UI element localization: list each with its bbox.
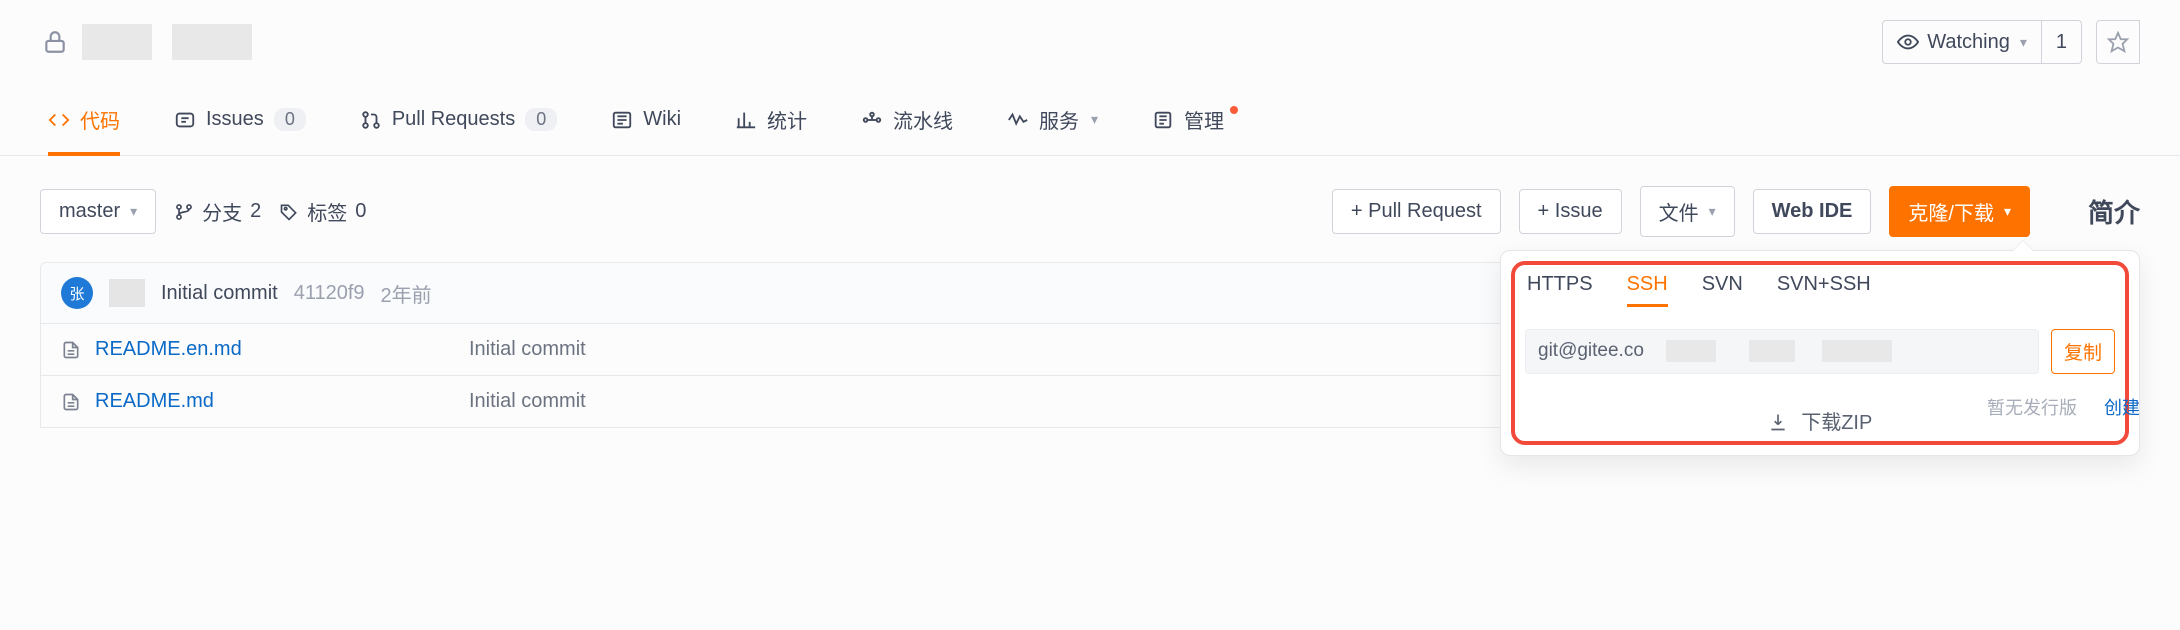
repo-content: 张 Initial commit 41120f9 2年前 README.en.m… <box>0 262 2180 428</box>
file-menu-label: 文件 <box>1659 197 1699 226</box>
pull-request-icon <box>360 109 382 131</box>
tab-pipelines-label: 流水线 <box>893 105 953 134</box>
chevron-down-icon: ▾ <box>2020 34 2027 51</box>
clone-popover: HTTPS SSH SVN SVN+SSH git@gitee.co 复制 下载… <box>1500 250 2140 456</box>
issues-icon <box>174 109 196 131</box>
tag-icon <box>279 202 299 222</box>
download-icon <box>1768 412 1788 432</box>
file-commit-message[interactable]: Initial commit <box>469 390 586 413</box>
file-icon <box>61 339 81 361</box>
pr-count: 0 <box>525 108 557 131</box>
clone-tab-svn[interactable]: SVN <box>1702 273 1743 307</box>
branch-selector[interactable]: master ▾ <box>40 189 156 234</box>
tab-issues-label: Issues <box>206 108 264 131</box>
tab-pipelines[interactable]: 流水线 <box>861 84 953 155</box>
star-icon <box>2107 31 2129 53</box>
code-icon <box>48 109 70 131</box>
redacted-url-part <box>1822 340 1892 362</box>
tab-pr-label: Pull Requests <box>392 108 515 131</box>
tab-pull-requests[interactable]: Pull Requests 0 <box>360 84 557 155</box>
tab-wiki[interactable]: Wiki <box>611 84 681 155</box>
popover-arrow-icon <box>2013 241 2033 251</box>
web-ide-button[interactable]: Web IDE <box>1753 189 1872 234</box>
intro-heading: 简介 <box>2088 193 2140 230</box>
repo-toolbar: master ▾ 分支 2 标签 0 + Pull Request + Issu… <box>0 156 2180 262</box>
file-menu-button[interactable]: 文件 ▾ <box>1640 186 1735 237</box>
no-release-text: 暂无发行版 <box>1987 398 2077 418</box>
branches-count: 2 <box>250 200 261 223</box>
redacted-owner <box>82 24 152 60</box>
tab-issues[interactable]: Issues 0 <box>174 84 306 155</box>
tab-code-label: 代码 <box>80 105 120 134</box>
tab-wiki-label: Wiki <box>643 108 681 131</box>
tags-count: 0 <box>355 200 366 223</box>
branch-name: master <box>59 200 120 223</box>
manage-icon <box>1152 109 1174 131</box>
create-release-link[interactable]: 创建 <box>2104 398 2140 418</box>
copy-url-button[interactable]: 复制 <box>2051 329 2115 374</box>
stats-icon <box>735 109 757 131</box>
new-issue-button[interactable]: + Issue <box>1519 189 1622 234</box>
chevron-down-icon: ▾ <box>1709 203 1716 220</box>
tab-stats-label: 统计 <box>767 105 807 134</box>
pipeline-icon <box>861 109 883 131</box>
chevron-down-icon: ▾ <box>130 203 137 220</box>
clone-label: 克隆/下载 <box>1908 197 1994 226</box>
clone-tab-https[interactable]: HTTPS <box>1527 273 1593 307</box>
clone-protocol-tabs: HTTPS SSH SVN SVN+SSH <box>1501 251 2139 321</box>
repo-nav: 代码 Issues 0 Pull Requests 0 Wiki 统计 流水线 … <box>0 84 2180 156</box>
watch-count: 1 <box>2042 31 2081 54</box>
clone-download-button[interactable]: 克隆/下载 ▾ <box>1889 186 2030 237</box>
clone-tab-ssh[interactable]: SSH <box>1627 273 1668 307</box>
redacted-repo <box>172 24 252 60</box>
tab-manage-label: 管理 <box>1184 105 1224 134</box>
commit-sha[interactable]: 41120f9 <box>294 282 365 305</box>
clone-url-input[interactable]: git@gitee.co <box>1525 329 2039 373</box>
download-zip-label: 下载ZIP <box>1801 412 1872 434</box>
commit-time: 2年前 <box>381 279 432 308</box>
wiki-icon <box>611 109 633 131</box>
star-button[interactable] <box>2096 20 2140 64</box>
tab-services[interactable]: 服务 ▾ <box>1007 84 1098 155</box>
file-icon <box>61 391 81 413</box>
avatar[interactable]: 张 <box>61 277 93 309</box>
tags-label: 标签 <box>307 197 347 226</box>
issues-count: 0 <box>274 108 306 131</box>
release-footer: 暂无发行版 创建 <box>1987 394 2140 420</box>
services-icon <box>1007 109 1029 131</box>
tab-services-label: 服务 <box>1039 105 1079 134</box>
redacted-author <box>109 279 145 307</box>
clone-tab-svn-ssh[interactable]: SVN+SSH <box>1777 273 1871 307</box>
file-commit-message[interactable]: Initial commit <box>469 338 586 361</box>
tab-stats[interactable]: 统计 <box>735 84 807 155</box>
watch-button[interactable]: Watching ▾ <box>1883 21 2042 63</box>
branches-label: 分支 <box>202 197 242 226</box>
file-name[interactable]: README.en.md <box>95 338 455 361</box>
clone-url-value: git@gitee.co <box>1538 341 1644 362</box>
chevron-down-icon: ▾ <box>2004 203 2011 220</box>
tags-link[interactable]: 标签 0 <box>279 197 366 226</box>
clone-url-row: git@gitee.co 复制 <box>1501 321 2139 392</box>
new-pull-request-button[interactable]: + Pull Request <box>1332 189 1501 234</box>
tab-manage[interactable]: 管理 <box>1152 84 1242 155</box>
repo-header: Watching ▾ 1 <box>0 0 2180 84</box>
watch-label: Watching <box>1927 31 2010 54</box>
file-name[interactable]: README.md <box>95 390 455 413</box>
tab-code[interactable]: 代码 <box>48 84 120 155</box>
notification-dot-icon <box>1230 106 1238 114</box>
commit-message[interactable]: Initial commit <box>161 282 278 305</box>
redacted-url-part <box>1749 340 1795 362</box>
branches-link[interactable]: 分支 2 <box>174 197 261 226</box>
branch-icon <box>174 202 194 222</box>
redacted-url-part <box>1666 340 1716 362</box>
eye-icon <box>1897 31 1919 53</box>
lock-icon <box>42 27 68 57</box>
chevron-down-icon: ▾ <box>1091 111 1098 128</box>
watch-control[interactable]: Watching ▾ 1 <box>1882 20 2082 64</box>
